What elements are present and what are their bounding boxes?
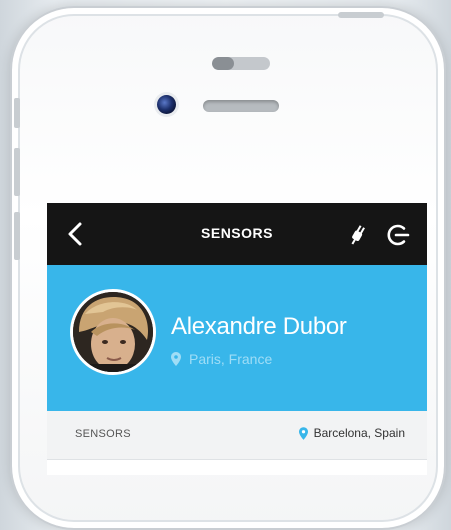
user-name: Alexandre Dubor bbox=[171, 313, 347, 340]
mute-switch bbox=[14, 98, 20, 128]
logout-icon[interactable] bbox=[387, 223, 411, 247]
content-area bbox=[47, 460, 427, 475]
avatar[interactable] bbox=[70, 289, 156, 375]
section-location-text: Barcelona, Spain bbox=[313, 426, 405, 440]
earpiece-speaker bbox=[203, 100, 279, 112]
volume-down-button bbox=[14, 212, 20, 260]
user-location: Paris, France bbox=[171, 351, 272, 367]
section-title: SENSORS bbox=[75, 428, 131, 440]
power-button bbox=[338, 12, 384, 18]
profile-header: Alexandre Dubor Paris, France bbox=[47, 265, 427, 411]
user-location-text: Paris, France bbox=[189, 351, 273, 367]
app-screen: SENSORS Alexandre Dubor Paris, France SE… bbox=[47, 203, 427, 475]
sensors-section-header: SENSORS Barcelona, Spain bbox=[47, 411, 427, 460]
top-nav-bar: SENSORS bbox=[47, 203, 427, 265]
plug-icon[interactable] bbox=[345, 221, 369, 247]
section-location[interactable]: Barcelona, Spain bbox=[298, 426, 405, 440]
location-pin-icon bbox=[171, 352, 181, 366]
page-title: SENSORS bbox=[201, 225, 273, 241]
volume-up-button bbox=[14, 148, 20, 196]
proximity-sensor bbox=[212, 57, 270, 70]
front-camera bbox=[157, 95, 176, 114]
location-pin-icon bbox=[298, 426, 308, 440]
